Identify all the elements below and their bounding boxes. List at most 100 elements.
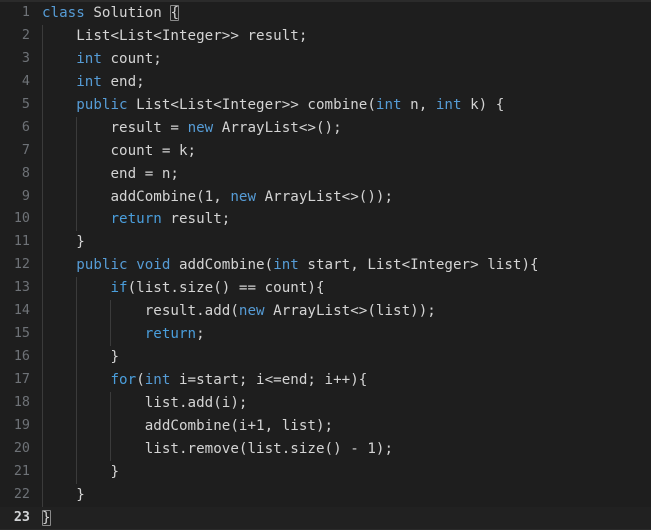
code-line[interactable]: 22 }: [0, 483, 651, 507]
line-text: list.add(i);: [42, 392, 248, 415]
code-line[interactable]: 5 public List<List<Integer>> combine(int…: [0, 93, 651, 117]
line-number: 11: [13, 234, 30, 250]
line-text: }: [42, 507, 51, 530]
line-number: 21: [13, 463, 30, 479]
line-number: 14: [13, 303, 30, 319]
code-token: , list);: [264, 417, 334, 434]
code-line[interactable]: 14 result.add(new ArrayList<>(list));: [0, 300, 651, 324]
code-token: ArrayList<>());: [256, 188, 394, 205]
line-text: public void addCombine(int start, List<I…: [42, 254, 539, 277]
code-token: return: [144, 326, 197, 343]
code-token: 1: [256, 417, 265, 434]
line-text: int count;: [42, 48, 162, 71]
line-number: 20: [13, 440, 30, 456]
line-text: return result;: [42, 208, 231, 231]
code-line[interactable]: 9 addCombine(1, new ArrayList<>());: [0, 185, 651, 209]
line-text: end = n;: [42, 163, 179, 186]
code-token: new: [230, 188, 257, 205]
code-line[interactable]: 23}: [0, 506, 651, 530]
code-token: end;: [101, 73, 145, 90]
code-token: return: [110, 211, 162, 228]
code-line[interactable]: 21 }: [0, 460, 651, 484]
line-number: 17: [13, 372, 30, 387]
code-token: int: [435, 96, 462, 113]
line-number: 22: [13, 486, 30, 502]
code-token: n,: [401, 96, 436, 113]
code-token: (: [136, 372, 145, 388]
bracket-match: {: [170, 5, 179, 21]
code-token: count;: [101, 50, 162, 67]
code-token: void: [136, 257, 171, 274]
line-number: 13: [13, 280, 30, 296]
line-number: 1: [21, 5, 30, 20]
code-token: addCombine(i+: [42, 417, 257, 434]
code-token: i=start; i<=end; i++){: [170, 372, 368, 388]
code-token: new: [187, 119, 214, 136]
line-number: 18: [13, 394, 30, 410]
line-text: }: [42, 346, 119, 369]
code-line[interactable]: 8 end = n;: [0, 162, 651, 186]
line-text: }: [42, 484, 85, 507]
code-token: list.remove(list.size() -: [42, 440, 368, 457]
code-token: addCombine(: [42, 188, 205, 205]
line-text: }: [42, 461, 119, 484]
code-line[interactable]: 2 List<List<Integer>> result;: [0, 24, 651, 48]
line-text: public List<List<Integer>> combine(int n…: [42, 94, 504, 117]
code-token: );: [375, 440, 394, 457]
code-token: int: [144, 372, 171, 388]
line-number: 16: [13, 349, 30, 365]
code-line[interactable]: 3 int count;: [0, 47, 651, 71]
code-line[interactable]: 11 }: [0, 231, 651, 255]
code-token: 1: [367, 440, 376, 457]
code-line[interactable]: 10 return result;: [0, 208, 651, 232]
code-token: ,: [213, 188, 231, 205]
code-line[interactable]: 13 if(list.size() == count){: [0, 277, 651, 301]
code-token: }: [42, 463, 120, 480]
code-token: Solution: [84, 5, 171, 21]
line-text: int end;: [42, 71, 145, 94]
line-number: 3: [21, 50, 30, 66]
code-token: int: [76, 50, 102, 67]
code-line[interactable]: 1 class Solution {: [0, 2, 651, 25]
line-number: 15: [13, 326, 30, 342]
code-line[interactable]: 4 int end;: [0, 70, 651, 94]
code-token: start, List<Integer> list){: [298, 257, 539, 274]
line-number: 10: [13, 211, 30, 227]
code-token: end = n;: [42, 165, 179, 182]
code-line[interactable]: 16 }: [0, 346, 651, 369]
code-line[interactable]: 18 list.add(i);: [0, 391, 651, 415]
line-number: 12: [13, 257, 30, 273]
bracket-match: }: [42, 509, 51, 526]
line-text: if(list.size() == count){: [42, 277, 325, 300]
code-line[interactable]: 20 list.remove(list.size() - 1);: [0, 437, 651, 461]
line-text: result.add(new ArrayList<>(list));: [42, 300, 436, 323]
line-number: 6: [21, 119, 30, 135]
line-number: 19: [13, 417, 30, 433]
line-text: count = k;: [42, 140, 196, 163]
line-text: addCombine(1, new ArrayList<>());: [42, 186, 393, 209]
code-token: new: [238, 303, 265, 320]
line-number: 23: [13, 509, 30, 525]
code-line[interactable]: 7 count = k;: [0, 139, 651, 163]
code-token: int: [76, 73, 102, 90]
code-line[interactable]: 15 return;: [0, 323, 651, 347]
line-number: 5: [21, 96, 30, 112]
code-line[interactable]: 19 addCombine(i+1, list);: [0, 414, 651, 438]
code-token: result.add(: [42, 303, 239, 320]
code-editor[interactable]: 1 class Solution {2 List<List<Integer>> r…: [0, 0, 651, 530]
line-number: 4: [21, 73, 30, 89]
code-token: List<List<Integer>> combine(: [127, 96, 376, 113]
code-line[interactable]: 12 public void addCombine(int start, Lis…: [0, 254, 651, 278]
code-token: List<List<Integer>> result;: [42, 27, 308, 44]
line-text: class Solution {: [42, 2, 179, 25]
code-token: count = k;: [42, 142, 197, 159]
code-line[interactable]: 17 for(int i=start; i<=end; i++){: [0, 369, 651, 392]
line-number: 9: [21, 188, 30, 204]
code-line[interactable]: 6 result = new ArrayList<>();: [0, 116, 651, 140]
line-text: }: [42, 231, 85, 254]
